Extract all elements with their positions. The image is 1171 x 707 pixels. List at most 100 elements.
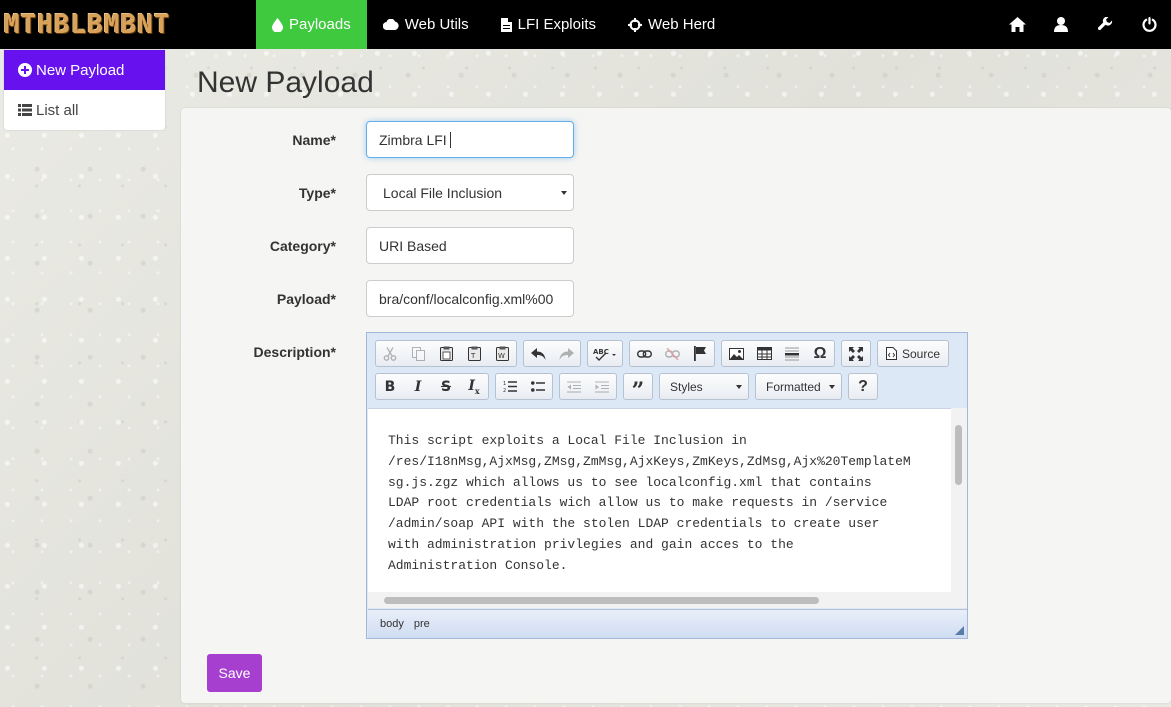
droplet-icon bbox=[272, 17, 283, 32]
numbered-list-button[interactable]: 12 bbox=[496, 374, 524, 399]
category-input-value: URI Based bbox=[379, 237, 447, 254]
home-button[interactable] bbox=[995, 0, 1039, 49]
caret-down-icon bbox=[561, 191, 567, 195]
paste-text-button[interactable]: T bbox=[460, 341, 488, 366]
name-input[interactable]: Zimbra LFI bbox=[366, 121, 574, 158]
editor-content-area[interactable]: This script exploits a Local File Inclus… bbox=[368, 408, 951, 592]
vertical-scrollbar[interactable] bbox=[951, 408, 967, 592]
nav-web-utils-label: Web Utils bbox=[404, 16, 469, 33]
payload-input[interactable]: bra/conf/localconfig.xml%00 bbox=[366, 280, 574, 317]
logout-button[interactable] bbox=[1127, 0, 1171, 49]
horizontal-rule-button[interactable] bbox=[778, 341, 806, 366]
maximize-button[interactable] bbox=[842, 341, 870, 366]
settings-button[interactable] bbox=[1083, 0, 1127, 49]
source-button[interactable]: Source bbox=[878, 341, 948, 366]
remove-format-button[interactable]: Ix bbox=[460, 374, 488, 399]
file-icon bbox=[500, 17, 512, 32]
scissors-icon bbox=[383, 346, 397, 361]
source-group: Source bbox=[877, 340, 950, 367]
cloud-icon bbox=[382, 19, 399, 30]
indent-button[interactable] bbox=[588, 374, 616, 399]
bold-button[interactable]: B bbox=[376, 374, 404, 399]
help-button[interactable]: ? bbox=[849, 374, 877, 399]
description-label: Description* bbox=[253, 344, 336, 360]
paste-button[interactable] bbox=[432, 341, 460, 366]
editor-toolbar-row-2: B I S Ix 12 ” Styles Formatted ? bbox=[375, 373, 878, 404]
type-select[interactable]: Local File Inclusion bbox=[366, 174, 574, 211]
editor-toolbar-row-1: T W ABC Ω Source bbox=[375, 340, 950, 367]
copy-button[interactable] bbox=[404, 341, 432, 366]
nav-web-utils[interactable]: Web Utils bbox=[367, 0, 485, 49]
path-item-pre[interactable]: pre bbox=[414, 618, 430, 630]
strikethrough-icon: S bbox=[440, 378, 452, 395]
nav-payloads[interactable]: Payloads bbox=[256, 0, 367, 49]
crosshair-icon bbox=[628, 17, 642, 32]
help-icon: ? bbox=[858, 377, 868, 395]
nav-payloads-label: Payloads bbox=[289, 16, 351, 33]
sidebar-item-label: New Payload bbox=[36, 61, 125, 79]
source-button-label: Source bbox=[902, 346, 941, 361]
list-group: 12 bbox=[495, 373, 553, 400]
italic-button[interactable]: I bbox=[404, 374, 432, 399]
svg-text:2: 2 bbox=[503, 388, 506, 393]
category-input[interactable]: URI Based bbox=[366, 227, 574, 264]
bulleted-list-button[interactable] bbox=[524, 374, 552, 399]
path-item-body[interactable]: body bbox=[380, 618, 404, 630]
horizontal-scrollbar[interactable] bbox=[368, 592, 967, 608]
styles-dropdown-label: Styles bbox=[670, 379, 703, 394]
strike-button[interactable]: S bbox=[432, 374, 460, 399]
format-dropdown[interactable]: Formatted bbox=[755, 373, 842, 400]
outdent-button[interactable] bbox=[560, 374, 588, 399]
sidebar-item-list-all[interactable]: List all bbox=[4, 90, 165, 130]
unlink-button[interactable] bbox=[658, 341, 686, 366]
quote-icon: ” bbox=[631, 377, 645, 404]
link-icon bbox=[636, 349, 652, 358]
table-button[interactable] bbox=[750, 341, 778, 366]
text-cursor bbox=[449, 131, 451, 148]
unlink-icon bbox=[664, 347, 680, 360]
nav-web-herd-label: Web Herd bbox=[648, 16, 716, 33]
power-icon bbox=[1141, 17, 1157, 32]
payload-input-value: bra/conf/localconfig.xml%00 bbox=[379, 290, 554, 307]
wrench-icon bbox=[1097, 17, 1112, 31]
brand-logo[interactable]: MTHBLBMBNT bbox=[0, 0, 256, 49]
undo-button[interactable] bbox=[524, 341, 552, 366]
omega-icon: Ω bbox=[813, 344, 827, 362]
bulleted-list-icon bbox=[531, 380, 545, 392]
flag-icon bbox=[693, 346, 706, 361]
link-button[interactable] bbox=[630, 341, 658, 366]
type-select-value: Local File Inclusion bbox=[383, 184, 503, 201]
clipboard-word-icon: W bbox=[495, 346, 509, 361]
undo-icon bbox=[530, 347, 545, 360]
sidebar-item-label: List all bbox=[36, 101, 79, 119]
type-label: Type* bbox=[298, 185, 336, 201]
nav-lfi-exploits[interactable]: LFI Exploits bbox=[485, 0, 612, 49]
styles-dropdown[interactable]: Styles bbox=[659, 373, 749, 400]
nav-web-herd[interactable]: Web Herd bbox=[612, 0, 731, 49]
home-icon bbox=[1008, 17, 1026, 32]
paste-word-button[interactable]: W bbox=[488, 341, 516, 366]
scrollbar-thumb[interactable] bbox=[384, 597, 819, 604]
scrollbar-thumb[interactable] bbox=[955, 425, 962, 485]
anchor-button[interactable] bbox=[686, 341, 714, 366]
nav-lfi-exploits-label: LFI Exploits bbox=[517, 16, 596, 33]
image-button[interactable] bbox=[722, 341, 750, 366]
user-button[interactable] bbox=[1039, 0, 1083, 49]
blockquote-button[interactable]: ” bbox=[624, 374, 652, 404]
spellcheck-group: ABC bbox=[587, 340, 623, 367]
maximize-icon bbox=[849, 346, 863, 361]
spellcheck-button[interactable]: ABC bbox=[588, 341, 622, 366]
outdent-icon bbox=[567, 381, 581, 392]
help-group: ? bbox=[848, 373, 878, 400]
resize-handle-icon[interactable] bbox=[955, 626, 964, 635]
save-button[interactable]: Save bbox=[207, 654, 262, 692]
sidebar-item-new-payload[interactable]: New Payload bbox=[4, 50, 165, 90]
special-char-button[interactable]: Ω bbox=[806, 341, 834, 366]
cut-button[interactable] bbox=[376, 341, 404, 366]
indent-group bbox=[559, 373, 617, 400]
format-dropdown-label: Formatted bbox=[766, 379, 821, 394]
plus-circle-icon bbox=[18, 63, 32, 77]
category-label: Category* bbox=[269, 238, 336, 254]
link-group bbox=[629, 340, 715, 367]
redo-button[interactable] bbox=[552, 341, 580, 366]
